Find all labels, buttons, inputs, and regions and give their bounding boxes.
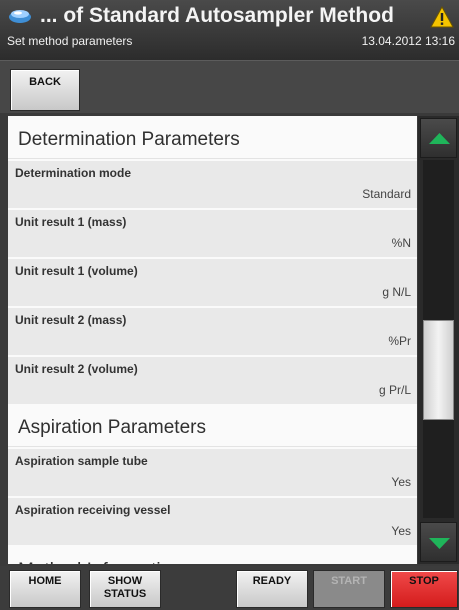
param-label: Aspiration sample tube: [15, 454, 148, 468]
chevron-up-icon: [429, 133, 450, 144]
show-status-button[interactable]: SHOW STATUS: [89, 570, 161, 608]
scroll-track[interactable]: [423, 160, 454, 518]
toolbar: BACK: [0, 60, 459, 113]
back-button[interactable]: BACK: [10, 69, 80, 111]
param-row-unit-result-1-volume[interactable]: Unit result 1 (volume) g N/L: [8, 257, 417, 306]
param-row-unit-result-2-mass[interactable]: Unit result 2 (mass) %Pr: [8, 306, 417, 355]
app-icon: [9, 10, 31, 23]
section-heading-method-information: Method Information: [8, 547, 417, 564]
scrollbar[interactable]: [418, 116, 459, 564]
ready-button-label: READY: [252, 575, 292, 587]
param-value: Yes: [391, 475, 411, 489]
stop-button-label: STOP: [409, 575, 439, 587]
param-value: Standard: [362, 187, 411, 201]
chevron-down-icon: [429, 538, 450, 549]
param-row-unit-result-1-mass[interactable]: Unit result 1 (mass) %N: [8, 208, 417, 257]
ready-button[interactable]: READY: [236, 570, 308, 608]
footer-bar: HOME SHOW STATUS READY START STOP: [0, 566, 459, 610]
param-value: g Pr/L: [378, 383, 411, 397]
param-label: Unit result 1 (mass): [15, 215, 127, 229]
scroll-up-button[interactable]: [420, 118, 457, 158]
stop-button[interactable]: STOP: [390, 570, 458, 608]
param-label: Determination mode: [15, 166, 132, 180]
section-heading-aspiration: Aspiration Parameters: [8, 404, 417, 447]
home-button-label: HOME: [28, 575, 62, 587]
title-bar: ... of Standard Autosampler Method Set m…: [0, 0, 459, 60]
param-value: g N/L: [382, 285, 411, 299]
param-row-aspiration-sample-tube[interactable]: Aspiration sample tube Yes: [8, 447, 417, 496]
home-button[interactable]: HOME: [9, 570, 81, 608]
section-heading-determination: Determination Parameters: [8, 116, 417, 159]
param-row-aspiration-receiving-vessel[interactable]: Aspiration receiving vessel Yes: [8, 496, 417, 545]
start-button[interactable]: START: [313, 570, 385, 608]
param-label: Aspiration receiving vessel: [15, 503, 171, 517]
show-status-label-line2: STATUS: [103, 588, 147, 600]
parameter-list: Determination Parameters Determination m…: [8, 116, 417, 564]
param-row-determination-mode[interactable]: Determination mode Standard: [8, 159, 417, 208]
param-label: Unit result 2 (volume): [15, 362, 138, 376]
scroll-down-button[interactable]: [420, 522, 457, 562]
param-label: Unit result 1 (volume): [15, 264, 138, 278]
param-value: %Pr: [388, 334, 411, 348]
window-title: ... of Standard Autosampler Method: [40, 4, 394, 27]
warning-icon[interactable]: [430, 6, 454, 28]
show-status-label-line1: SHOW: [107, 575, 143, 587]
param-value: %N: [391, 236, 411, 250]
param-value: Yes: [391, 524, 411, 538]
page-subtitle: Set method parameters: [7, 34, 133, 48]
start-button-label: START: [331, 575, 367, 587]
param-label: Unit result 2 (mass): [15, 313, 127, 327]
scroll-thumb[interactable]: [423, 320, 454, 420]
param-row-unit-result-2-volume[interactable]: Unit result 2 (volume) g Pr/L: [8, 355, 417, 404]
date-time: 13.04.2012 13:16: [361, 34, 455, 48]
